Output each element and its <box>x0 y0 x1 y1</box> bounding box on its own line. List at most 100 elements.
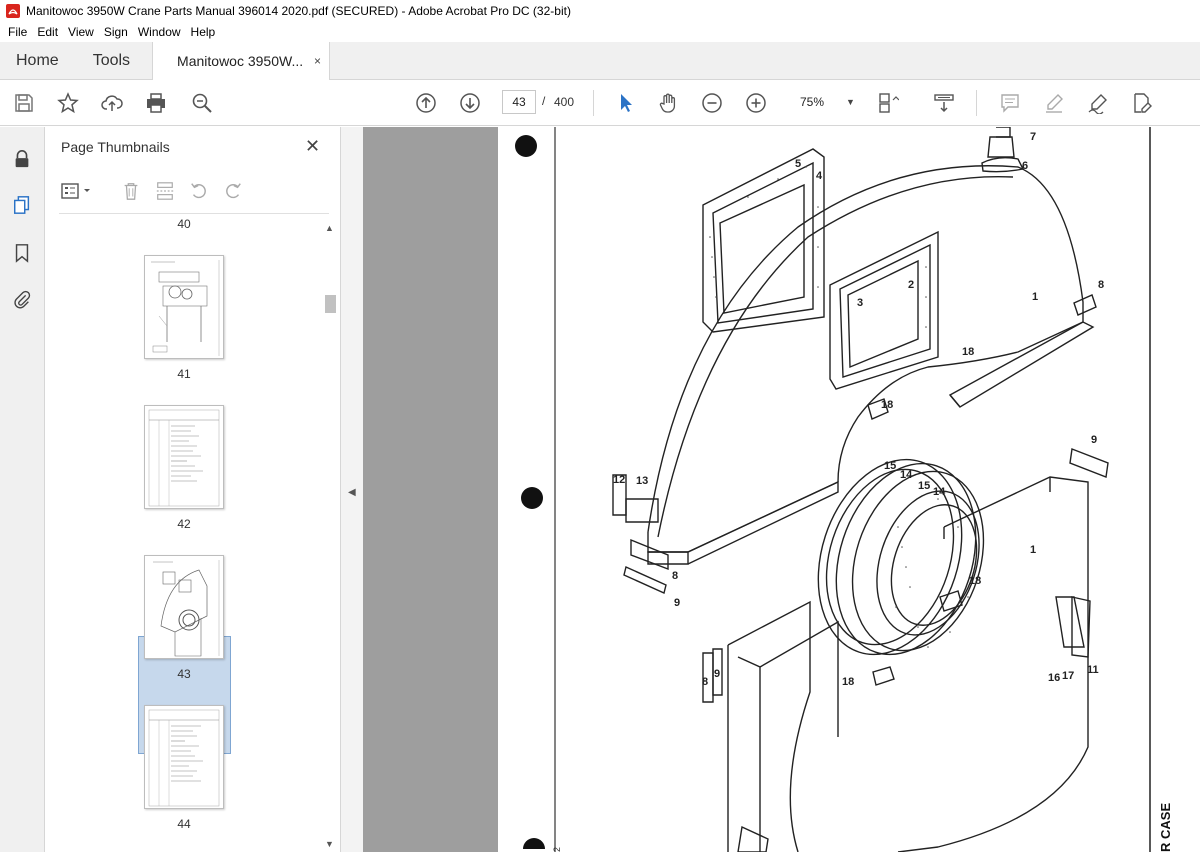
callout-label: 6 <box>1022 160 1028 172</box>
fill-sign-icon[interactable] <box>1086 91 1110 115</box>
callout-label: 16 <box>1048 672 1060 684</box>
thumbnail-label: 40 <box>177 217 191 231</box>
callout-label: 7 <box>1030 131 1036 143</box>
callout-label: 1 <box>1030 544 1036 556</box>
callout-label: 17 <box>1062 670 1074 682</box>
callout-label: 5 <box>795 158 801 170</box>
drawing-callouts: 7 6 5 4 3 2 1 8 18 18 9 12 13 15 14 15 1… <box>613 131 1104 688</box>
callout-label: 8 <box>1098 279 1104 291</box>
page-number-input[interactable]: 43 <box>502 90 536 114</box>
close-tab-icon[interactable]: × <box>314 54 321 68</box>
menu-sign[interactable]: Sign <box>99 25 133 39</box>
zoom-search-icon[interactable] <box>190 91 214 115</box>
margin-mark: 2 <box>552 847 562 852</box>
callout-label: 12 <box>613 474 625 486</box>
hand-tool-icon[interactable] <box>656 91 680 115</box>
bookmark-star-icon[interactable] <box>56 91 80 115</box>
page-side-title: R CASE <box>1158 803 1173 852</box>
menu-view[interactable]: View <box>63 25 99 39</box>
close-panel-icon[interactable]: ✕ <box>305 136 320 157</box>
menu-window[interactable]: Window <box>133 25 186 39</box>
callout-label: 15 <box>884 460 896 472</box>
callout-label: 4 <box>816 170 823 182</box>
menu-file[interactable]: File <box>3 25 32 39</box>
callout-label: 13 <box>636 475 648 487</box>
print-icon[interactable] <box>144 91 168 115</box>
menu-help[interactable]: Help <box>186 25 221 39</box>
scroll-mode-icon[interactable] <box>932 91 956 115</box>
page-separator: / <box>542 94 546 108</box>
callout-label: 3 <box>857 297 863 309</box>
rotate-left-icon[interactable] <box>187 179 211 203</box>
upload-cloud-icon[interactable] <box>100 91 124 115</box>
thumbnail-toolbar-divider <box>59 213 329 214</box>
thumbnail-label: 42 <box>177 517 191 531</box>
pdf-page: 7 6 5 4 3 2 1 8 18 18 9 12 13 15 14 15 1… <box>498 127 1200 852</box>
previous-page-icon[interactable] <box>414 91 438 115</box>
navigation-rail <box>0 127 45 852</box>
thumbnail-label: 41 <box>177 367 191 381</box>
select-cursor-icon[interactable] <box>614 91 638 115</box>
collapse-panel-icon[interactable]: ◀ <box>348 487 356 498</box>
title-bar: Manitowoc 3950W Crane Parts Manual 39601… <box>0 0 1200 22</box>
next-page-icon[interactable] <box>458 91 482 115</box>
menu-bar: File Edit View Sign Window Help <box>0 22 1200 42</box>
tab-document-label: Manitowoc 3950W... <box>177 53 304 69</box>
fit-page-icon[interactable] <box>876 91 900 115</box>
zoom-out-icon[interactable] <box>700 91 724 115</box>
thumbnail-toolbar <box>59 179 329 203</box>
callout-label: 8 <box>672 570 678 582</box>
zoom-in-icon[interactable] <box>744 91 768 115</box>
menu-edit[interactable]: Edit <box>32 25 63 39</box>
thumbnail-page-43[interactable] <box>144 555 224 659</box>
zoom-select[interactable]: 75% ▼ <box>794 90 856 114</box>
thumbnail-label: 44 <box>177 817 191 831</box>
callout-label: 18 <box>962 346 974 358</box>
scroll-down-icon[interactable]: ▼ <box>325 839 334 849</box>
attachment-icon[interactable] <box>10 287 34 311</box>
delete-page-icon[interactable] <box>119 179 143 203</box>
thumbnail-list: 40 41 42 43 44 <box>45 215 323 852</box>
zoom-value: 75% <box>800 95 825 109</box>
thumbnail-scrollbar[interactable]: ▲ ▼ <box>323 219 337 852</box>
callout-label: 2 <box>908 279 914 291</box>
scrollbar-thumb[interactable] <box>325 295 336 313</box>
toolbar-divider <box>593 90 594 116</box>
thumbnails-panel-title: Page Thumbnails <box>61 139 170 155</box>
callout-label: 18 <box>881 399 893 411</box>
tab-home[interactable]: Home <box>0 42 77 79</box>
edit-pdf-icon[interactable] <box>1130 91 1154 115</box>
callout-label: 1 <box>1032 291 1038 303</box>
lock-icon[interactable] <box>10 147 34 171</box>
comment-icon[interactable] <box>998 91 1022 115</box>
rotate-right-icon[interactable] <box>221 179 245 203</box>
acrobat-icon <box>6 4 20 18</box>
insert-page-icon[interactable] <box>153 179 177 203</box>
save-icon[interactable] <box>12 91 36 115</box>
toolbar <box>0 80 1200 126</box>
tab-document[interactable]: Manitowoc 3950W... × <box>152 42 331 80</box>
thumbnail-page-42[interactable] <box>144 405 224 509</box>
thumbnail-page-44[interactable] <box>144 705 224 809</box>
thumbnails-panel: Page Thumbnails ✕ 40 41 42 43 44 ▲ ▼ <box>45 127 341 852</box>
thumbnail-page-41[interactable] <box>144 255 224 359</box>
bookmark-icon[interactable] <box>10 241 34 265</box>
thumbnail-label: 43 <box>177 667 191 681</box>
document-view[interactable]: 7 6 5 4 3 2 1 8 18 18 9 12 13 15 14 15 1… <box>363 127 1200 852</box>
callout-label: 11 <box>1087 664 1099 676</box>
page-thumbnails-icon[interactable] <box>10 193 34 217</box>
highlight-pen-icon[interactable] <box>1042 91 1066 115</box>
tab-bar: Home Tools Manitowoc 3950W... × <box>0 42 1200 80</box>
thumbnail-options-icon[interactable] <box>59 179 95 203</box>
callout-label: 9 <box>674 597 680 609</box>
panel-splitter[interactable]: ◀ <box>341 127 363 852</box>
callout-label: 9 <box>1091 434 1097 446</box>
callout-label: 9 <box>714 668 720 680</box>
window-title: Manitowoc 3950W Crane Parts Manual 39601… <box>26 4 571 18</box>
callout-label: 8 <box>702 676 708 688</box>
callout-label: 14 <box>900 469 913 481</box>
toolbar-divider <box>976 90 977 116</box>
callout-label: 18 <box>969 575 981 587</box>
tab-tools[interactable]: Tools <box>77 42 146 79</box>
scroll-up-icon[interactable]: ▲ <box>325 223 334 233</box>
